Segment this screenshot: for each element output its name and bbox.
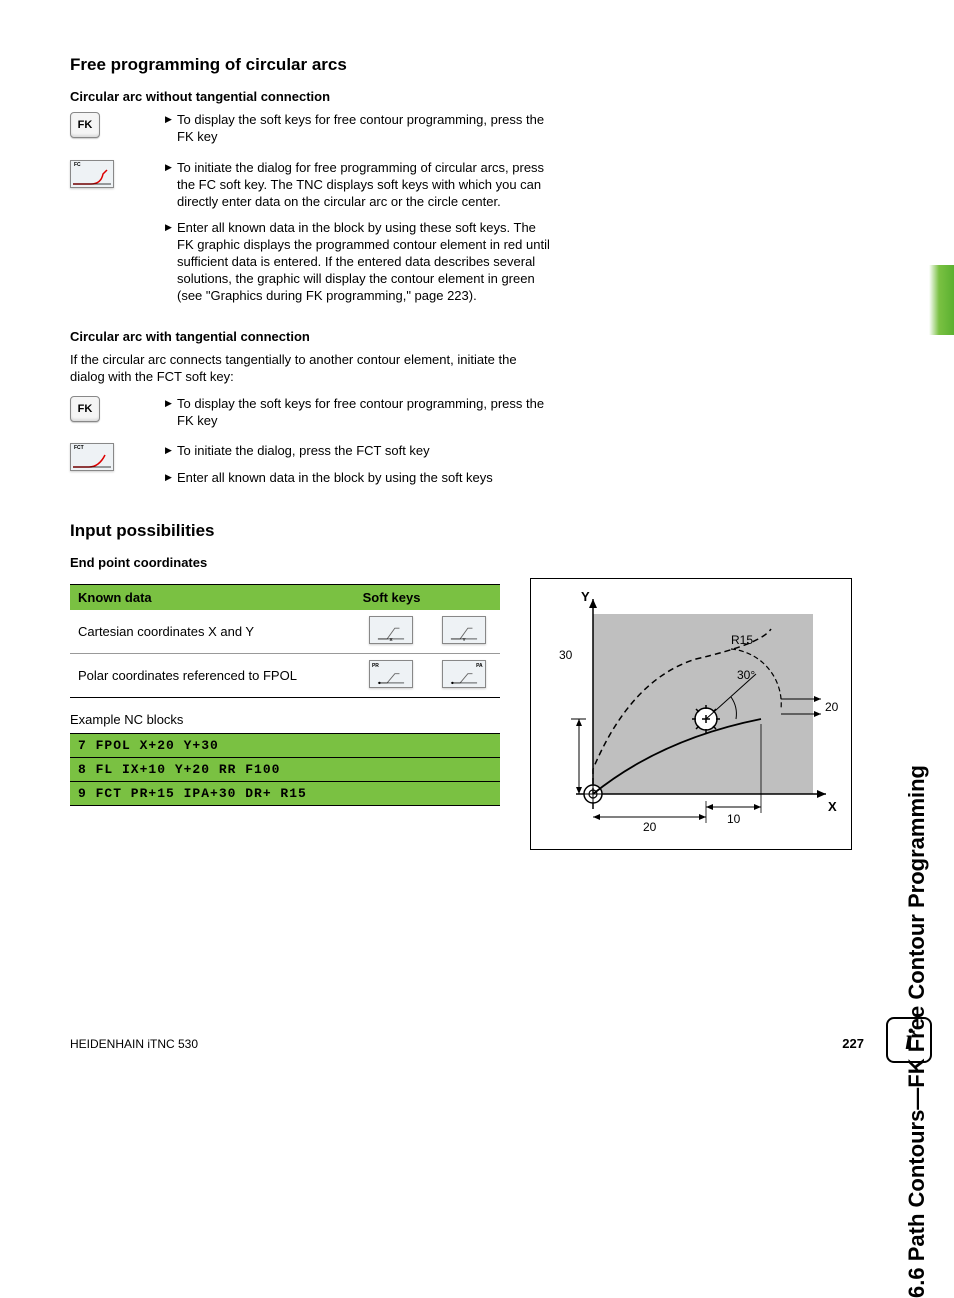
- svg-text:R15: R15: [731, 633, 753, 647]
- icon-column: FK: [70, 112, 165, 138]
- svg-text:10: 10: [727, 812, 741, 826]
- example-label: Example NC blocks: [70, 712, 500, 727]
- icon-column: FC: [70, 160, 165, 191]
- bullet-list: To initiate the dialog for free programm…: [165, 160, 550, 315]
- right-column: Y X: [530, 578, 850, 850]
- svg-text:30°: 30°: [737, 668, 755, 682]
- instruction-item: To initiate the dialog for free programm…: [165, 160, 550, 211]
- table-row: Cartesian coordinates X and Y X Y: [70, 610, 500, 654]
- nc-block-line: 9 FCT PR+15 IPA+30 DR+ R15: [70, 782, 500, 806]
- instruction-row: FK To display the soft keys for free con…: [70, 112, 864, 156]
- svg-text:20: 20: [825, 700, 839, 714]
- bullet-list: To display the soft keys for free contou…: [165, 396, 550, 440]
- x-softkey-icon: X: [369, 616, 413, 644]
- instruction-item: To initiate the dialog, press the FCT so…: [165, 443, 550, 460]
- coordinate-diagram: Y X: [530, 578, 852, 850]
- fk-key-icon: FK: [70, 112, 100, 138]
- softkey-table: Known data Soft keys Cartesian coordinat…: [70, 584, 500, 698]
- bullet-list: To initiate the dialog, press the FCT so…: [165, 443, 550, 497]
- instruction-item: Enter all known data in the block by usi…: [165, 470, 550, 487]
- table-cell: Y: [427, 610, 500, 654]
- icon-column: FK: [70, 396, 165, 422]
- heading-sub1: Circular arc without tangential connecti…: [70, 89, 864, 104]
- fct-softkey-icon: FCT: [70, 443, 114, 471]
- svg-text:Y: Y: [462, 637, 465, 642]
- heading-sub2: Circular arc with tangential connection: [70, 329, 864, 344]
- table-cell: Polar coordinates referenced to FPOL: [70, 654, 355, 698]
- icon-column: FCT: [70, 443, 165, 474]
- svg-text:Y: Y: [581, 589, 590, 604]
- pa-softkey-icon: PA: [442, 660, 486, 688]
- table-cell: Cartesian coordinates X and Y: [70, 610, 355, 654]
- nc-block-container: 7 FPOL X+20 Y+30 8 FL IX+10 Y+20 RR F100…: [70, 733, 500, 806]
- footer-product: HEIDENHAIN iTNC 530: [70, 1037, 198, 1051]
- instruction-row: FCT To initiate the dialog, press the FC…: [70, 443, 864, 497]
- table-header: Known data: [70, 585, 355, 611]
- fc-softkey-icon: FC: [70, 160, 114, 188]
- page-number: 227: [842, 1036, 864, 1051]
- table-cell: PA: [427, 654, 500, 698]
- nc-block-line: 7 FPOL X+20 Y+30: [70, 734, 500, 758]
- table-cell: PR: [355, 654, 428, 698]
- heading-section2: Input possibilities: [70, 521, 864, 541]
- instruction-item: Enter all known data in the block by usi…: [165, 220, 550, 304]
- instruction-item: To display the soft keys for free contou…: [165, 112, 550, 146]
- left-column: Known data Soft keys Cartesian coordinat…: [70, 578, 500, 806]
- table-header-row: Known data Soft keys: [70, 585, 500, 611]
- intro-paragraph: If the circular arc connects tangentiall…: [70, 352, 530, 386]
- instruction-row: FK To display the soft keys for free con…: [70, 396, 864, 440]
- page-content: Free programming of circular arcs Circul…: [0, 0, 954, 890]
- fk-key-icon: FK: [70, 396, 100, 422]
- svg-text:30: 30: [559, 648, 573, 662]
- two-column-layout: Known data Soft keys Cartesian coordinat…: [70, 578, 864, 850]
- nc-block-line: 8 FL IX+10 Y+20 RR F100: [70, 758, 500, 782]
- bullet-list: To display the soft keys for free contou…: [165, 112, 550, 156]
- info-icon: i: [886, 1017, 932, 1063]
- page-footer: HEIDENHAIN iTNC 530 227: [70, 1036, 864, 1051]
- table-row: Polar coordinates referenced to FPOL PR …: [70, 654, 500, 698]
- svg-text:X: X: [389, 637, 393, 642]
- heading-endpoint: End point coordinates: [70, 555, 864, 570]
- table-cell: X: [355, 610, 428, 654]
- svg-text:20: 20: [643, 820, 657, 834]
- pr-softkey-icon: PR: [369, 660, 413, 688]
- table-header: Soft keys: [355, 585, 500, 611]
- y-softkey-icon: Y: [442, 616, 486, 644]
- svg-text:X: X: [828, 799, 837, 814]
- heading-section1: Free programming of circular arcs: [70, 55, 864, 75]
- instruction-item: To display the soft keys for free contou…: [165, 396, 550, 430]
- instruction-row: FC To initiate the dialog for free progr…: [70, 160, 864, 315]
